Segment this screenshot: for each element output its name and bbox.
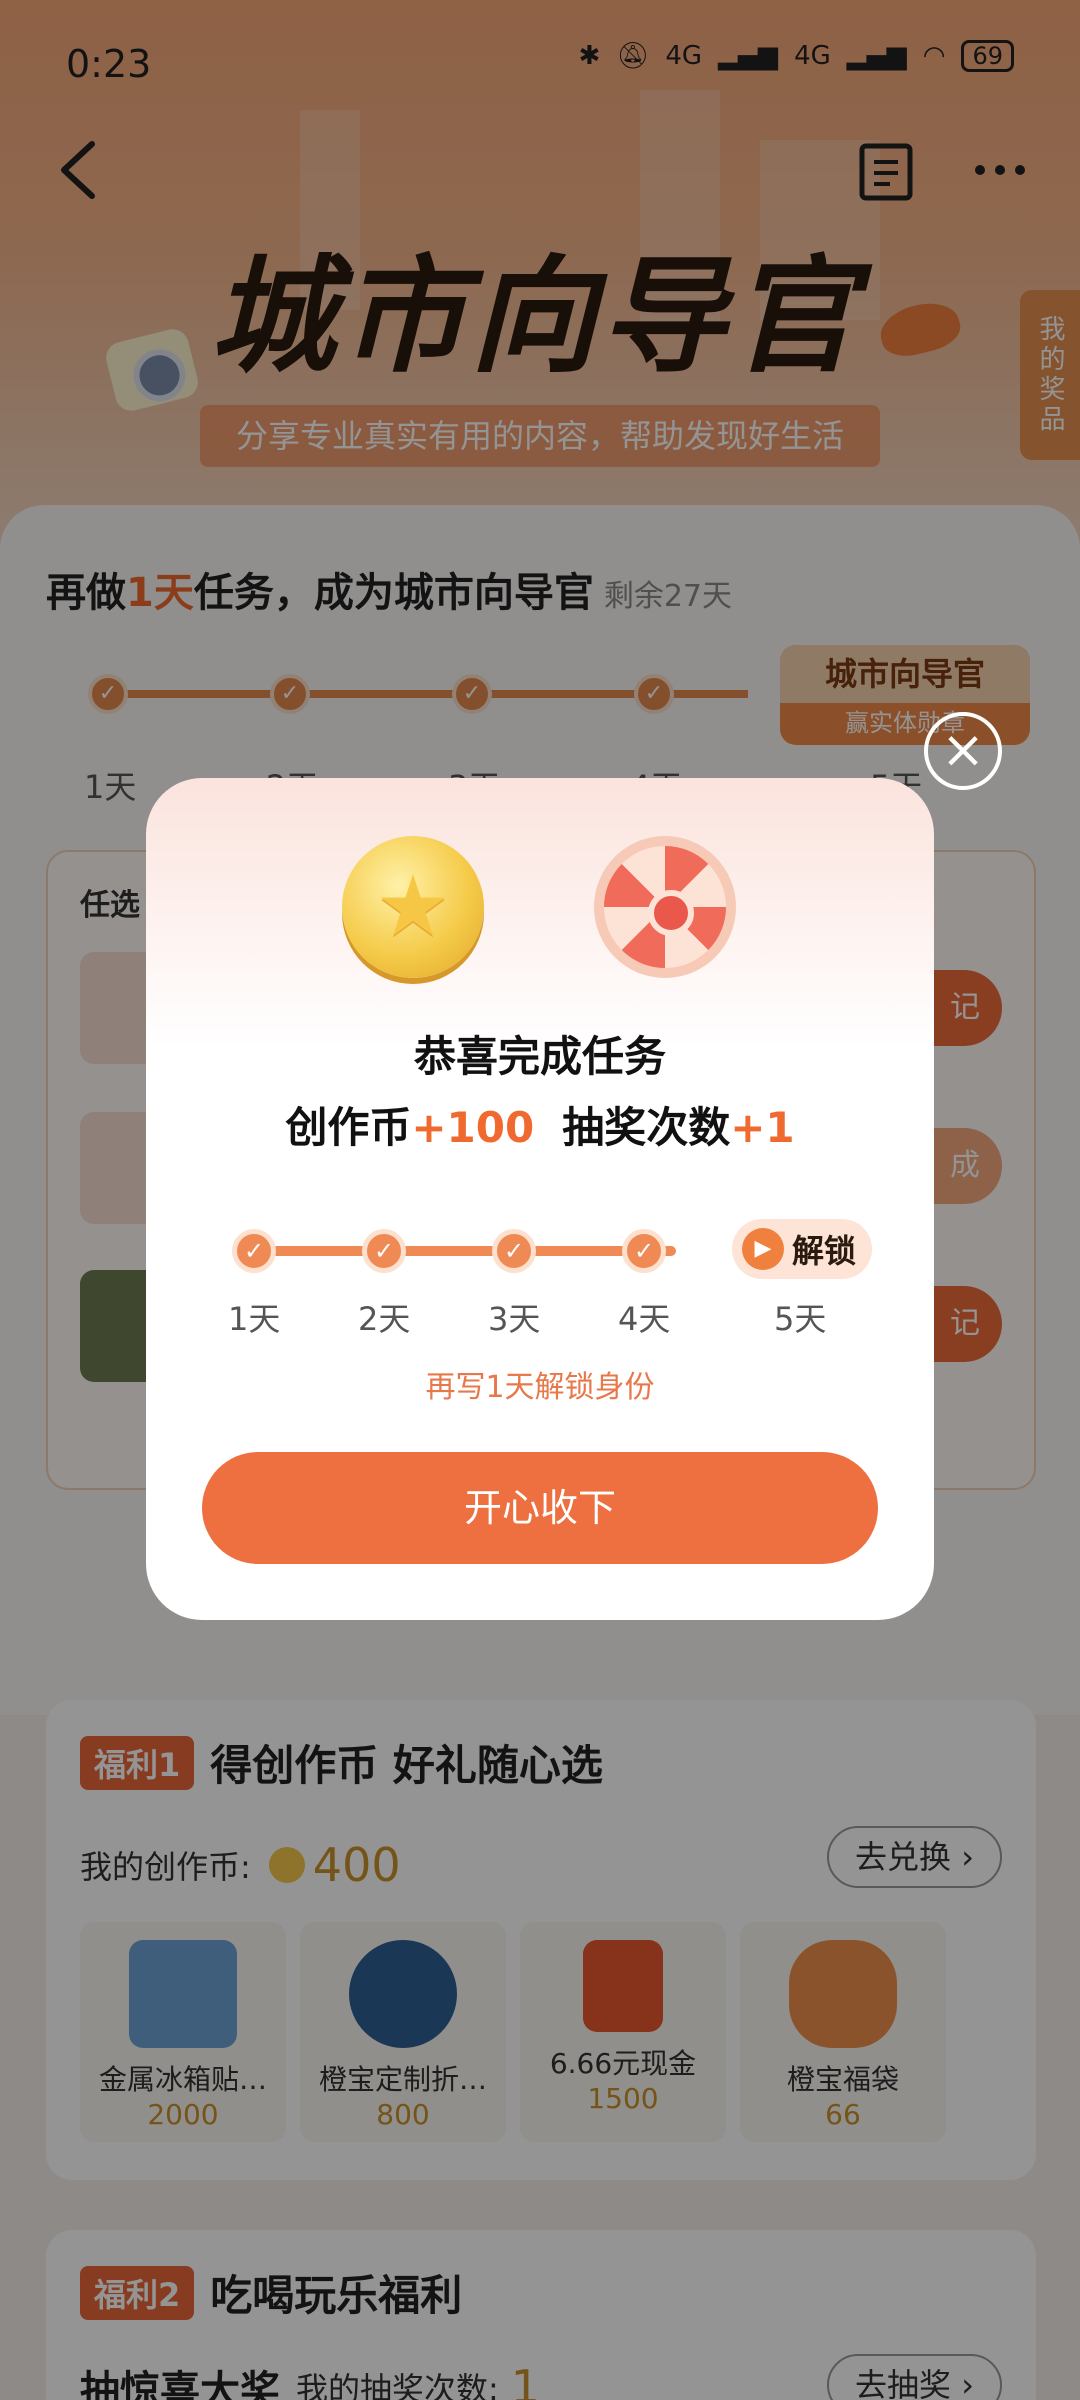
dialog-day-label: 2天 (358, 1300, 411, 1338)
task-complete-dialog: 恭喜完成任务 创作币+100抽奖次数+1 ▶ 解锁 1天 2天 3天 4天 5天… (146, 778, 934, 1620)
dialog-day-label: 1天 (228, 1300, 281, 1338)
play-icon: ▶ (742, 1228, 784, 1270)
dialog-progress-track (256, 1246, 676, 1256)
dialog-day-label: 5天 (774, 1300, 827, 1338)
unlock-badge: ▶ 解锁 (732, 1219, 872, 1279)
dialog-hint: 再写1天解锁身份 (425, 1370, 655, 1405)
dialog-progress-dot-1 (232, 1229, 276, 1273)
dialog-progress-dot-3 (492, 1229, 536, 1273)
dialog-progress-dot-2 (362, 1229, 406, 1273)
lottery-wheel-icon (594, 836, 736, 978)
close-icon[interactable]: × (924, 712, 1002, 790)
dialog-title: 恭喜完成任务 (413, 1032, 666, 1081)
dialog-rewards: 创作币+100 抽奖次数+1 (285, 1103, 795, 1152)
dialog-progress-dot-4 (622, 1229, 666, 1273)
dialog-day-label: 4天 (618, 1300, 671, 1338)
creator-coin-icon (342, 836, 484, 978)
dialog-day-label: 3天 (488, 1300, 541, 1338)
accept-button[interactable]: 开心收下 (202, 1452, 878, 1564)
